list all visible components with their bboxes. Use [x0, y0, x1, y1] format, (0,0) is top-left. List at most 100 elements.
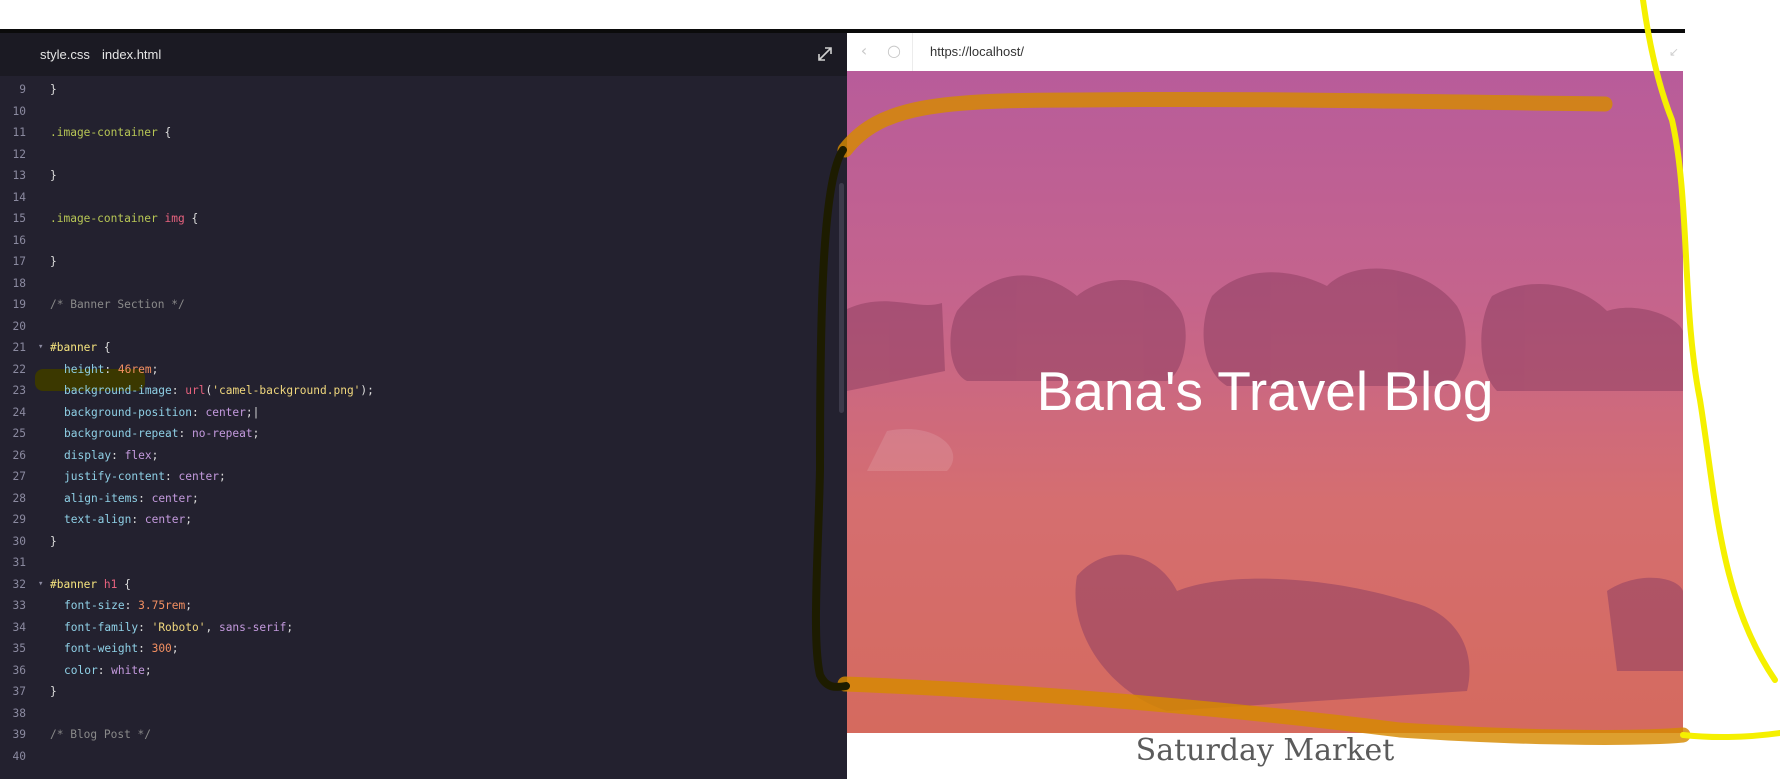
code-text: #banner h1 { [50, 574, 131, 596]
code-line[interactable]: 40 [0, 746, 830, 768]
code-line[interactable]: 19 /* Banner Section */ [0, 294, 830, 316]
code-text: color: white; [64, 660, 152, 682]
browser-preview: ‹ ○ https://localhost/ ↙ Bana's Travel B… [847, 33, 1683, 779]
line-number: 31 [12, 556, 26, 569]
code-line[interactable]: 30} [0, 531, 830, 553]
code-token: .image-container [50, 212, 158, 225]
code-token: url [185, 384, 206, 397]
code-line[interactable]: 16 [0, 230, 830, 252]
code-text: } [50, 165, 57, 187]
code-token: background-position [64, 405, 192, 419]
code-token: justify-content [64, 470, 166, 483]
editor-scrollbar[interactable] [839, 183, 844, 413]
code-line[interactable]: 9} [0, 79, 830, 101]
code-token: } [50, 685, 57, 698]
banner: Bana's Travel Blog [847, 71, 1683, 733]
code-line[interactable]: 17} [0, 251, 830, 273]
address-bar: ‹ ○ https://localhost/ ↙ [847, 33, 1683, 71]
code-token: 3.75rem [138, 599, 186, 612]
code-token: 'Roboto' [151, 620, 206, 634]
code-token: } [50, 169, 57, 182]
code-line[interactable]: 33 font-size: 3.75rem; [0, 595, 830, 617]
code-line[interactable]: 20 [0, 316, 830, 338]
line-number: 40 [12, 749, 26, 763]
code-text: font-size: 3.75rem; [64, 595, 192, 617]
line-number: 32 [12, 577, 26, 591]
code-text: background-image: url('camel-background.… [64, 380, 374, 402]
code-line[interactable]: 15 .image-container img { [0, 208, 830, 230]
code-text: justify-content: center; [64, 466, 226, 488]
code-text: } [50, 79, 57, 101]
code-line[interactable]: 32 ▾ #banner h1 { [0, 574, 830, 596]
code-token: 300 [151, 642, 172, 655]
code-token: { [157, 126, 172, 139]
line-number: 25 [12, 427, 26, 440]
code-token: ; [185, 513, 193, 526]
code-line[interactable]: 24 background-position: center;| [0, 402, 830, 424]
code-line[interactable]: 31 [0, 552, 830, 574]
code-line[interactable]: 26 display: flex; [0, 445, 830, 467]
back-icon[interactable]: ‹ [855, 42, 873, 60]
code-line[interactable]: 22 height: 46rem; [0, 359, 830, 381]
code-line[interactable]: 29 text-align: center; [0, 509, 830, 531]
url-field[interactable]: https://localhost/ [930, 33, 1024, 71]
code-token: : [138, 491, 152, 505]
code-token: ; [218, 470, 226, 483]
code-line[interactable]: 27 justify-content: center; [0, 466, 830, 488]
code-text: align-items: center; [64, 488, 199, 510]
code-line[interactable]: 18 [0, 273, 830, 295]
code-line[interactable]: 39 /* Blog Post */ [0, 724, 830, 746]
code-text: font-family: 'Roboto', sans-serif; [64, 617, 293, 639]
line-number: 27 [12, 470, 26, 483]
code-token: ;| [245, 405, 260, 419]
code-token: } [50, 255, 57, 268]
tab-index-html[interactable]: index.html [102, 33, 161, 76]
code-token: ; [151, 362, 159, 376]
code-token: : [165, 470, 179, 483]
line-number: 22 [12, 362, 26, 376]
code-line[interactable]: 14 [0, 187, 830, 209]
code-line[interactable]: 23 background-image: url('camel-backgroun… [0, 380, 830, 402]
code-line[interactable]: 13} [0, 165, 830, 187]
code-editor[interactable]: style.css index.html 9} 10 11 .image-contai… [0, 33, 847, 779]
banner-title: Bana's Travel Blog [1036, 360, 1494, 422]
code-token: flex [124, 448, 152, 462]
code-token: : [131, 513, 145, 526]
code-line[interactable]: 21 ▾ #banner { [0, 337, 830, 359]
fold-toggle-icon[interactable]: ▾ [38, 574, 43, 596]
code-text: height: 46rem; [64, 359, 158, 381]
code-line[interactable]: 38 [0, 703, 830, 725]
code-token: sans-serif [218, 620, 287, 634]
code-token: text-align [64, 513, 132, 526]
code-line[interactable]: 34 font-family: 'Roboto', sans-serif; [0, 617, 830, 639]
code-token: height [64, 362, 105, 376]
code-text: background-repeat: no-repeat; [64, 423, 259, 445]
code-line[interactable]: 12 [0, 144, 830, 166]
code-line[interactable]: 35 font-weight: 300; [0, 638, 830, 660]
code-text: .image-container img { [50, 208, 198, 230]
fold-toggle-icon[interactable]: ▾ [38, 337, 43, 359]
line-number: 17 [12, 255, 26, 268]
code-token: : [138, 642, 152, 655]
line-number: 30 [12, 534, 26, 548]
code-line[interactable]: 11 .image-container { [0, 122, 830, 144]
line-number: 35 [12, 642, 26, 655]
code-text: #banner { [50, 337, 111, 359]
code-text: display: flex; [64, 445, 158, 467]
code-token: center [205, 405, 246, 419]
tab-style-css[interactable]: style.css [40, 33, 90, 76]
resize-icon[interactable]: ↙ [1669, 45, 1679, 59]
expand-icon[interactable] [816, 45, 834, 63]
code-line[interactable]: 10 [0, 101, 830, 123]
code-text: } [50, 531, 57, 553]
code-line[interactable]: 28 align-items: center; [0, 488, 830, 510]
code-token: ; [171, 642, 179, 655]
reload-icon[interactable]: ○ [885, 42, 903, 60]
line-number: 28 [12, 491, 26, 505]
code-line[interactable]: 25 background-repeat: no-repeat; [0, 423, 830, 445]
code-token: font-size [64, 599, 125, 612]
code-text: font-weight: 300; [64, 638, 179, 660]
code-token: : [124, 599, 139, 612]
code-line[interactable]: 37} [0, 681, 830, 703]
code-line[interactable]: 36 color: white; [0, 660, 830, 682]
